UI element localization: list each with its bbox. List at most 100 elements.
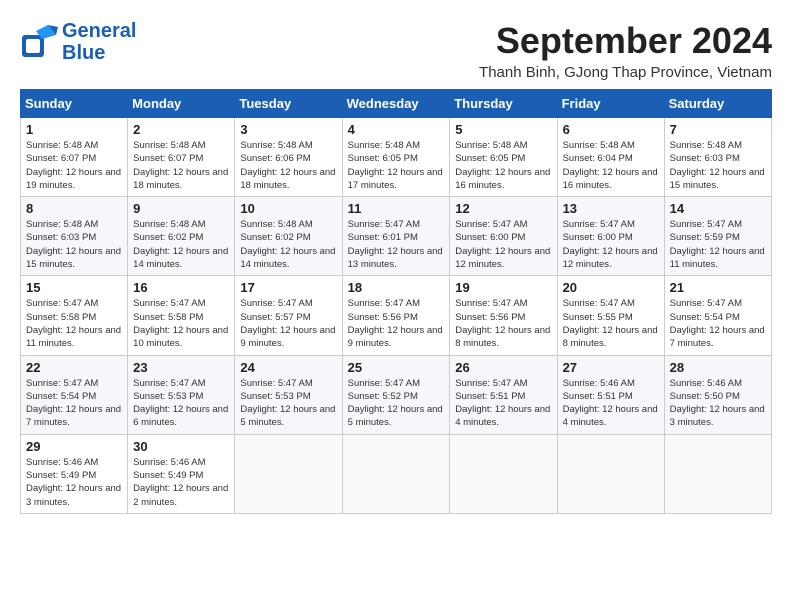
calendar-cell-11: 11 Sunrise: 5:47 AMSunset: 6:01 PMDayligh…	[342, 197, 450, 276]
day-info: Sunrise: 5:47 AMSunset: 6:00 PMDaylight:…	[563, 218, 659, 271]
calendar-cell-27: 27 Sunrise: 5:46 AMSunset: 5:51 PMDayligh…	[557, 355, 664, 434]
empty-cell	[557, 434, 664, 513]
day-number: 28	[670, 360, 766, 375]
weekday-header-friday: Friday	[557, 90, 664, 118]
day-number: 19	[455, 280, 551, 295]
day-info: Sunrise: 5:46 AMSunset: 5:51 PMDaylight:…	[563, 377, 659, 430]
day-number: 1	[26, 122, 122, 137]
day-info: Sunrise: 5:47 AMSunset: 5:56 PMDaylight:…	[455, 297, 551, 350]
weekday-header-monday: Monday	[128, 90, 235, 118]
day-info: Sunrise: 5:47 AMSunset: 6:01 PMDaylight:…	[348, 218, 445, 271]
day-info: Sunrise: 5:47 AMSunset: 5:58 PMDaylight:…	[26, 297, 122, 350]
calendar-cell-22: 22 Sunrise: 5:47 AMSunset: 5:54 PMDayligh…	[21, 355, 128, 434]
day-info: Sunrise: 5:48 AMSunset: 6:04 PMDaylight:…	[563, 139, 659, 192]
location-title: Thanh Binh, GJong Thap Province, Vietnam	[479, 64, 772, 81]
logo-line2: Blue	[62, 42, 136, 64]
day-info: Sunrise: 5:48 AMSunset: 6:07 PMDaylight:…	[133, 139, 229, 192]
calendar-cell-1: 1 Sunrise: 5:48 AMSunset: 6:07 PMDaylight…	[21, 118, 128, 197]
calendar-cell-19: 19 Sunrise: 5:47 AMSunset: 5:56 PMDayligh…	[450, 276, 557, 355]
day-number: 14	[670, 201, 766, 216]
day-number: 25	[348, 360, 445, 375]
day-info: Sunrise: 5:47 AMSunset: 5:53 PMDaylight:…	[240, 377, 336, 430]
day-number: 24	[240, 360, 336, 375]
day-info: Sunrise: 5:47 AMSunset: 6:00 PMDaylight:…	[455, 218, 551, 271]
day-number: 21	[670, 280, 766, 295]
day-number: 15	[26, 280, 122, 295]
empty-cell	[235, 434, 342, 513]
day-info: Sunrise: 5:47 AMSunset: 5:58 PMDaylight:…	[133, 297, 229, 350]
day-number: 6	[563, 122, 659, 137]
weekday-header-wednesday: Wednesday	[342, 90, 450, 118]
calendar-cell-20: 20 Sunrise: 5:47 AMSunset: 5:55 PMDayligh…	[557, 276, 664, 355]
day-info: Sunrise: 5:47 AMSunset: 5:56 PMDaylight:…	[348, 297, 445, 350]
calendar-cell-8: 8 Sunrise: 5:48 AMSunset: 6:03 PMDaylight…	[21, 197, 128, 276]
day-info: Sunrise: 5:47 AMSunset: 5:53 PMDaylight:…	[133, 377, 229, 430]
calendar-cell-21: 21Sunrise: 5:47 AMSunset: 5:54 PMDayligh…	[664, 276, 771, 355]
day-number: 23	[133, 360, 229, 375]
calendar-cell-5: 5 Sunrise: 5:48 AMSunset: 6:05 PMDaylight…	[450, 118, 557, 197]
calendar-cell-28: 28 Sunrise: 5:46 AMSunset: 5:50 PMDayligh…	[664, 355, 771, 434]
day-info: Sunrise: 5:46 AMSunset: 5:49 PMDaylight:…	[26, 456, 122, 509]
weekday-header-sunday: Sunday	[21, 90, 128, 118]
day-info: Sunrise: 5:48 AMSunset: 6:06 PMDaylight:…	[240, 139, 336, 192]
calendar-cell-18: 18 Sunrise: 5:47 AMSunset: 5:56 PMDayligh…	[342, 276, 450, 355]
empty-cell	[342, 434, 450, 513]
day-number: 3	[240, 122, 336, 137]
calendar-cell-26: 26 Sunrise: 5:47 AMSunset: 5:51 PMDayligh…	[450, 355, 557, 434]
day-info: Sunrise: 5:47 AMSunset: 5:54 PMDaylight:…	[26, 377, 122, 430]
calendar-cell-4: 4Sunrise: 5:48 AMSunset: 6:05 PMDaylight…	[342, 118, 450, 197]
day-number: 11	[348, 201, 445, 216]
day-number: 16	[133, 280, 229, 295]
empty-cell	[664, 434, 771, 513]
day-number: 17	[240, 280, 336, 295]
calendar-cell-9: 9 Sunrise: 5:48 AMSunset: 6:02 PMDaylight…	[128, 197, 235, 276]
day-info: Sunrise: 5:48 AMSunset: 6:02 PMDaylight:…	[240, 218, 336, 271]
day-info: Sunrise: 5:47 AMSunset: 5:52 PMDaylight:…	[348, 377, 445, 430]
day-info: Sunrise: 5:47 AMSunset: 5:51 PMDaylight:…	[455, 377, 551, 430]
day-number: 27	[563, 360, 659, 375]
calendar-cell-25: 25 Sunrise: 5:47 AMSunset: 5:52 PMDayligh…	[342, 355, 450, 434]
weekday-header-thursday: Thursday	[450, 90, 557, 118]
day-info: Sunrise: 5:48 AMSunset: 6:03 PMDaylight:…	[670, 139, 766, 192]
weekday-header-saturday: Saturday	[664, 90, 771, 118]
calendar: SundayMondayTuesdayWednesdayThursdayFrid…	[20, 89, 772, 514]
weekday-header-tuesday: Tuesday	[235, 90, 342, 118]
logo-line1: General	[62, 20, 136, 42]
logo: General Blue	[20, 20, 136, 64]
day-number: 9	[133, 201, 229, 216]
day-number: 12	[455, 201, 551, 216]
day-info: Sunrise: 5:47 AMSunset: 5:59 PMDaylight:…	[670, 218, 766, 271]
day-info: Sunrise: 5:46 AMSunset: 5:49 PMDaylight:…	[133, 456, 229, 509]
day-number: 18	[348, 280, 445, 295]
calendar-cell-10: 10 Sunrise: 5:48 AMSunset: 6:02 PMDayligh…	[235, 197, 342, 276]
day-info: Sunrise: 5:47 AMSunset: 5:57 PMDaylight:…	[240, 297, 336, 350]
calendar-cell-13: 13 Sunrise: 5:47 AMSunset: 6:00 PMDayligh…	[557, 197, 664, 276]
calendar-cell-7: 7 Sunrise: 5:48 AMSunset: 6:03 PMDaylight…	[664, 118, 771, 197]
day-number: 7	[670, 122, 766, 137]
day-number: 13	[563, 201, 659, 216]
calendar-cell-12: 12 Sunrise: 5:47 AMSunset: 6:00 PMDayligh…	[450, 197, 557, 276]
day-info: Sunrise: 5:47 AMSunset: 5:55 PMDaylight:…	[563, 297, 659, 350]
day-number: 8	[26, 201, 122, 216]
calendar-cell-2: 2 Sunrise: 5:48 AMSunset: 6:07 PMDaylight…	[128, 118, 235, 197]
day-number: 22	[26, 360, 122, 375]
day-number: 2	[133, 122, 229, 137]
calendar-cell-24: 24 Sunrise: 5:47 AMSunset: 5:53 PMDayligh…	[235, 355, 342, 434]
day-info: Sunrise: 5:48 AMSunset: 6:05 PMDaylight:…	[348, 139, 445, 192]
title-area: September 2024 Thanh Binh, GJong Thap Pr…	[479, 20, 772, 81]
calendar-cell-30: 30Sunrise: 5:46 AMSunset: 5:49 PMDayligh…	[128, 434, 235, 513]
day-number: 26	[455, 360, 551, 375]
calendar-cell-15: 15 Sunrise: 5:47 AMSunset: 5:58 PMDayligh…	[21, 276, 128, 355]
day-info: Sunrise: 5:48 AMSunset: 6:07 PMDaylight:…	[26, 139, 122, 192]
day-number: 20	[563, 280, 659, 295]
day-info: Sunrise: 5:48 AMSunset: 6:03 PMDaylight:…	[26, 218, 122, 271]
calendar-cell-29: 29Sunrise: 5:46 AMSunset: 5:49 PMDayligh…	[21, 434, 128, 513]
day-number: 10	[240, 201, 336, 216]
empty-cell	[450, 434, 557, 513]
calendar-cell-16: 16 Sunrise: 5:47 AMSunset: 5:58 PMDayligh…	[128, 276, 235, 355]
day-info: Sunrise: 5:48 AMSunset: 6:02 PMDaylight:…	[133, 218, 229, 271]
calendar-cell-6: 6 Sunrise: 5:48 AMSunset: 6:04 PMDaylight…	[557, 118, 664, 197]
day-info: Sunrise: 5:48 AMSunset: 6:05 PMDaylight:…	[455, 139, 551, 192]
day-info: Sunrise: 5:46 AMSunset: 5:50 PMDaylight:…	[670, 377, 766, 430]
day-number: 5	[455, 122, 551, 137]
